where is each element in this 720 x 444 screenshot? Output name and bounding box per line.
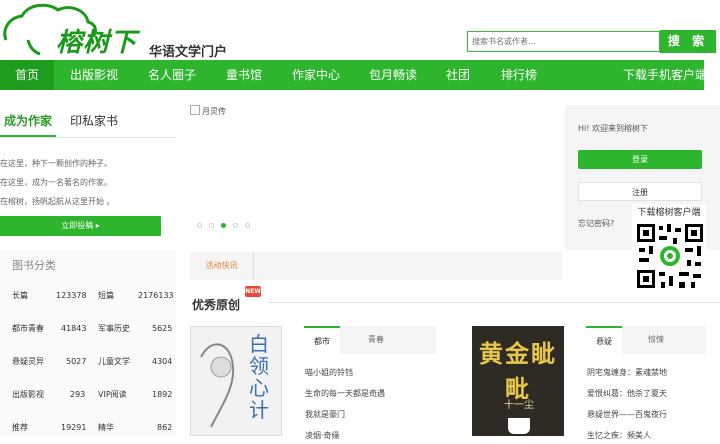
- category-link[interactable]: VIP阅读: [98, 379, 127, 411]
- category-count: 293: [70, 390, 86, 399]
- logo-subtitle: 华语文学门户: [149, 45, 228, 60]
- category-count: 41843: [61, 324, 87, 333]
- search-button[interactable]: 搜 索: [660, 30, 716, 53]
- section-title: 优秀原创: [192, 298, 241, 312]
- search-input[interactable]: [468, 32, 662, 51]
- book-cover[interactable]: 黄金眦毗 十一尘: [472, 326, 564, 436]
- category-link[interactable]: 短篇: [98, 280, 114, 312]
- nav-item-childrens[interactable]: 童书馆: [226, 60, 262, 90]
- book-cover-title: 白领心计: [249, 332, 269, 422]
- carousel-dot[interactable]: [209, 223, 214, 228]
- new-badge: NEW: [245, 286, 261, 297]
- broken-image-icon: [190, 105, 200, 115]
- book-link[interactable]: 爱恨纠葛：他杀了夏天: [587, 388, 667, 399]
- section-divider: [268, 302, 720, 303]
- main-nav: 首页 出版影视 名人圈子 童书馆 作家中心 包月畅读 社团 排行榜 下载手机客户…: [0, 60, 707, 90]
- category-count: 123378: [56, 291, 87, 300]
- genre-tabs: 悬疑 惊悚: [586, 326, 706, 354]
- slogan-line: 在这里，种下一颗创作的种子。: [0, 159, 112, 168]
- category-count: 1892: [152, 390, 173, 399]
- nav-item-home[interactable]: 首页: [0, 60, 54, 90]
- logo-text: 榕树下: [56, 28, 138, 58]
- tab-thriller[interactable]: 惊悚: [638, 326, 674, 354]
- category-count: 5027: [66, 357, 87, 366]
- slogan-line: 在这里，成为一名著名的作家。: [0, 178, 112, 187]
- category-link[interactable]: 推荐: [12, 412, 28, 444]
- coffee-cup-icon: [508, 418, 530, 434]
- book-link[interactable]: 喵小姐的铃铛: [305, 367, 353, 378]
- forgot-password-link[interactable]: 忘记密码?: [578, 218, 614, 229]
- category-link[interactable]: 悬疑灵异: [12, 346, 44, 378]
- category-row: 出版影视 293 VIP阅读 1892: [0, 379, 176, 411]
- caret-right-icon: ▸: [95, 221, 100, 230]
- nav-item-monthly[interactable]: 包月畅读: [369, 60, 417, 90]
- login-button[interactable]: 登录: [578, 150, 702, 169]
- banner-image[interactable]: 月灵传: [190, 105, 226, 117]
- category-link[interactable]: 出版影视: [12, 379, 44, 411]
- category-count: 2176133: [138, 291, 174, 300]
- book-cover-author: 十一尘: [504, 400, 534, 411]
- qr-label: 下载榕树客户端: [637, 208, 701, 218]
- category-row: 都市青春 41843 军事历史 5625: [0, 313, 176, 345]
- category-row: 推荐 19291 精华 862: [0, 412, 176, 444]
- book-cover-title: 黄金眦毗: [479, 339, 557, 403]
- category-link[interactable]: 儿童文学: [98, 346, 130, 378]
- category-link[interactable]: 精华: [98, 412, 114, 444]
- carousel-dot-active[interactable]: [221, 223, 226, 228]
- slogan-line: 在榕树，扬帆起航从这里开始 。: [0, 197, 115, 206]
- qr-code-icon: [635, 222, 705, 290]
- submit-manuscript-button[interactable]: 立即投稿 ▸: [0, 216, 161, 236]
- carousel-dot[interactable]: [245, 223, 250, 228]
- genre-tabs: 都市 青春: [304, 326, 436, 354]
- tab-become-author[interactable]: 成为作家: [0, 105, 56, 137]
- nav-item-writer-center[interactable]: 作家中心: [292, 60, 340, 90]
- category-link[interactable]: 军事历史: [98, 313, 130, 345]
- nav-item-clubs[interactable]: 社团: [446, 60, 470, 90]
- nav-item-rankings[interactable]: 排行榜: [501, 60, 537, 90]
- nav-item-celebrities[interactable]: 名人圈子: [148, 60, 196, 90]
- nav-download-app[interactable]: 下载手机客户端: [623, 60, 707, 90]
- tab-suspense[interactable]: 悬疑: [586, 326, 622, 354]
- category-link[interactable]: 都市青春: [12, 313, 44, 345]
- category-row: 悬疑灵异 5027 儿童文学 4304: [0, 346, 176, 378]
- tab-youth[interactable]: 青春: [358, 326, 394, 354]
- carousel-dot[interactable]: [233, 223, 238, 228]
- category-title: 图书分类: [12, 259, 56, 272]
- category-row: 长篇 123378 短篇 2176133: [0, 280, 176, 312]
- nav-item-publishing[interactable]: 出版影视: [70, 60, 118, 90]
- carousel-dot[interactable]: [197, 223, 202, 228]
- welcome-text: Hi! 欢迎来到榕树下: [578, 124, 648, 133]
- book-link[interactable]: 我就是豪门: [305, 409, 345, 420]
- category-count: 5625: [152, 324, 173, 333]
- category-count: 862: [157, 423, 173, 432]
- search-box: [467, 31, 662, 52]
- book-cover[interactable]: 白领心计: [190, 326, 282, 436]
- register-button[interactable]: 注册: [578, 182, 702, 201]
- tab-urban[interactable]: 都市: [304, 326, 340, 354]
- category-count: 4304: [152, 357, 173, 366]
- book-link[interactable]: 阴宅鬼缠身：素魂禁地: [587, 367, 667, 378]
- book-link[interactable]: 生命的每一天都是奇遇: [305, 388, 385, 399]
- tab-private-print[interactable]: 印私家书: [70, 105, 118, 137]
- tab-activity-news[interactable]: 活动快讯: [190, 252, 254, 280]
- category-count: 19291: [61, 423, 87, 432]
- book-link[interactable]: 悬疑世界——百鬼夜行: [587, 409, 667, 420]
- category-link[interactable]: 长篇: [12, 280, 28, 312]
